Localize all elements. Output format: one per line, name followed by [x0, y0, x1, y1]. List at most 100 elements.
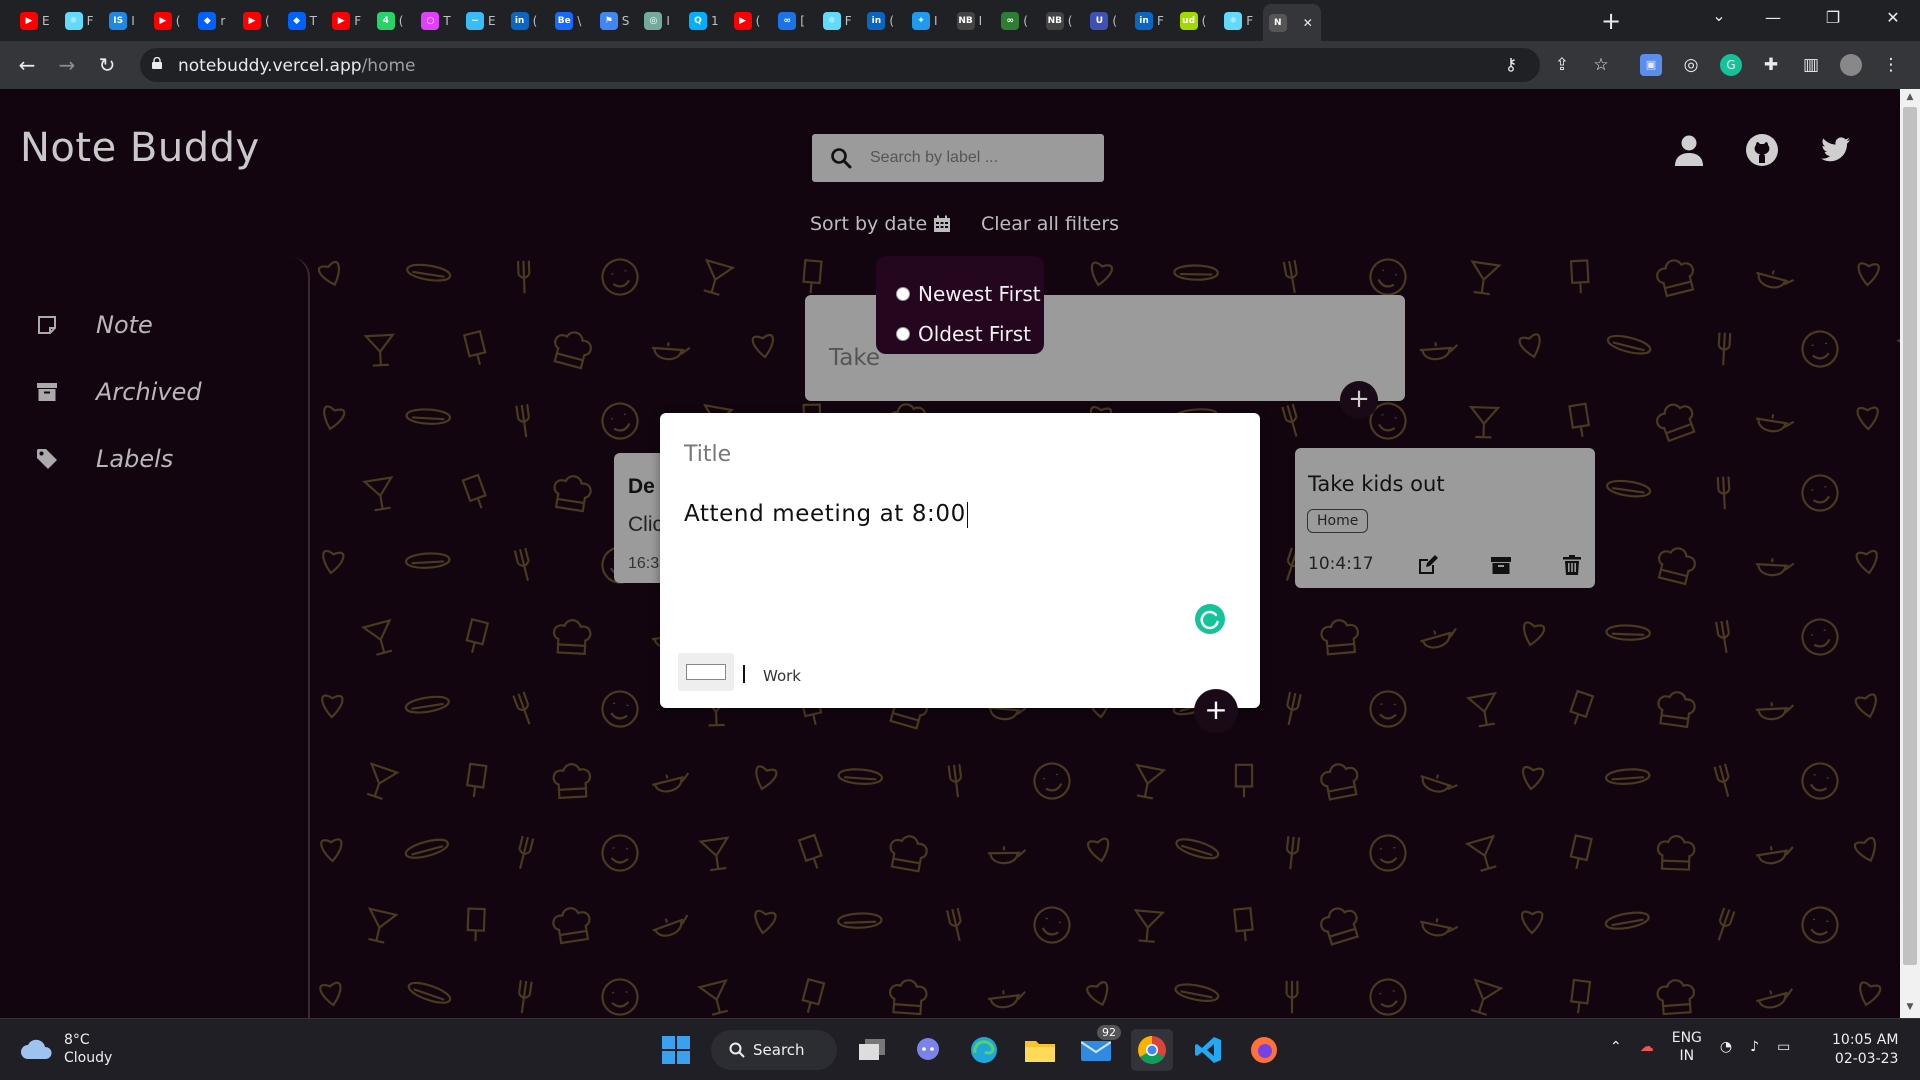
browser-tab[interactable]: ◆ r — [192, 6, 234, 36]
browser-tab[interactable]: in( — [505, 6, 547, 36]
mail-glyph — [1081, 1041, 1111, 1061]
browser-tab[interactable]: U( — [1084, 6, 1126, 36]
browser-tab[interactable]: ▶ F — [326, 6, 368, 36]
show-hidden-icons-chevron-icon[interactable]: ⌃ — [1610, 1038, 1622, 1056]
vscode-icon[interactable] — [1187, 1029, 1229, 1071]
sort-option-oldest[interactable]: Oldest First — [896, 314, 1044, 354]
sidebar-item-archived[interactable]: Archived — [36, 378, 202, 406]
browser-tab[interactable]: NB( — [1040, 6, 1082, 36]
browser-tab[interactable]: ~ E — [460, 6, 502, 36]
mail-icon[interactable]: 92 — [1075, 1025, 1121, 1071]
color-picker[interactable] — [678, 653, 734, 691]
note-title-input[interactable] — [684, 438, 1224, 470]
extension-screen-icon[interactable]: ▣ — [1640, 54, 1662, 76]
scroll-thumb[interactable] — [1903, 107, 1917, 965]
tab-search-chevron-icon[interactable]: ⌄ — [1704, 6, 1734, 25]
bookmark-star-icon[interactable]: ☆ — [1590, 54, 1612, 76]
browser-tab[interactable]: ▶( — [237, 6, 279, 36]
browser-tab[interactable]: ∞[ — [772, 6, 814, 36]
sort-option-newest[interactable]: Newest First — [896, 274, 1044, 314]
forward-arrow-icon[interactable]: → — [53, 51, 81, 79]
browser-tab[interactable]: ◎ I — [638, 6, 680, 36]
extensions-puzzle-icon[interactable]: ✚ — [1760, 54, 1782, 76]
battery-icon[interactable]: ▭ — [1777, 1038, 1790, 1056]
grammarly-icon[interactable] — [1195, 604, 1225, 634]
take-note-add-button[interactable]: + — [1340, 381, 1378, 419]
clear-all-filters-button[interactable]: Clear all filters — [981, 213, 1119, 235]
taskbar-search-button[interactable]: Search — [711, 1030, 837, 1070]
new-tab-button[interactable]: + — [1597, 8, 1625, 36]
share-icon[interactable]: ⇪ — [1551, 54, 1573, 76]
system-clock[interactable]: 10:05 AM 02-03-23 — [1832, 1031, 1898, 1069]
browser-tab[interactable]: ▶( — [148, 6, 190, 36]
task-view-icon[interactable] — [851, 1029, 893, 1071]
browser-tab[interactable]: Q1 — [683, 6, 725, 36]
key-icon[interactable]: ⚷ — [1500, 54, 1522, 76]
browser-tab[interactable]: ▶ E — [14, 6, 56, 36]
minimize-button[interactable]: — — [1758, 8, 1788, 27]
edit-icon[interactable] — [1417, 554, 1439, 576]
twitter-icon[interactable] — [1818, 133, 1852, 167]
firefox-icon[interactable] — [1243, 1029, 1285, 1071]
oldest-radio[interactable] — [896, 327, 910, 341]
side-panel-icon[interactable]: ▥ — [1800, 54, 1822, 76]
browser-tab[interactable]: N ✕ — [1262, 4, 1321, 41]
language-top: ENG — [1671, 1030, 1702, 1046]
note-body-input[interactable]: Attend meeting at 8:00 — [684, 501, 968, 528]
scroll-down-icon[interactable]: ▼ — [1904, 1002, 1916, 1014]
browser-tab[interactable]: in( — [861, 6, 903, 36]
teams-chat-icon[interactable] — [907, 1029, 949, 1071]
github-icon[interactable] — [1745, 133, 1779, 167]
chrome-menu-icon[interactable]: ⋮ — [1880, 54, 1902, 76]
volume-icon[interactable]: ♪ — [1750, 1038, 1759, 1056]
browser-tab[interactable]: ud( — [1174, 6, 1216, 36]
edge-icon[interactable] — [963, 1029, 1005, 1071]
browser-tab[interactable]: ⚛ F — [817, 6, 859, 36]
browser-tab[interactable]: ⚛ F — [59, 6, 101, 36]
search-box[interactable] — [812, 134, 1104, 182]
sort-by-date-button[interactable]: Sort by date — [810, 213, 951, 235]
file-explorer-icon[interactable] — [1019, 1029, 1061, 1071]
address-bar[interactable]: notebuddy.vercel.app/home ⚷ — [140, 48, 1540, 82]
profile-avatar[interactable] — [1840, 54, 1862, 76]
sidebar-item-note[interactable]: Note — [36, 311, 153, 339]
wifi-icon[interactable]: ◔ — [1720, 1038, 1732, 1056]
note-card[interactable]: Take kids out Home 10:4:17 — [1295, 448, 1595, 588]
onedrive-error-icon[interactable]: ☁ — [1640, 1038, 1654, 1056]
page-scrollbar[interactable]: ▲ ▼ — [1900, 89, 1920, 1018]
delete-icon[interactable] — [1561, 554, 1583, 576]
archive-icon[interactable] — [1490, 554, 1512, 576]
browser-tab[interactable]: in F — [1129, 6, 1171, 36]
browser-tab[interactable]: ✦ I — [906, 6, 948, 36]
browser-tab[interactable]: ▶( — [728, 6, 770, 36]
restore-button[interactable]: ❐ — [1818, 8, 1848, 27]
app-title[interactable]: Note Buddy — [20, 125, 260, 171]
sidebar-item-labels[interactable]: Labels — [36, 445, 173, 473]
browser-tab[interactable]: ⚛ F — [1218, 6, 1260, 36]
close-tab-icon[interactable]: ✕ — [1303, 16, 1313, 30]
weather-widget[interactable]: 8°C Cloudy — [20, 1031, 112, 1067]
note-card-label-chip[interactable]: Home — [1307, 509, 1369, 533]
search-input[interactable] — [870, 146, 1090, 170]
add-note-button[interactable]: + — [1194, 689, 1238, 733]
language-indicator[interactable]: ENG IN — [1672, 1029, 1702, 1065]
user-profile-icon[interactable] — [1672, 133, 1706, 167]
browser-tab[interactable]: ⚑ S — [594, 6, 636, 36]
browser-tab[interactable]: NB I — [951, 6, 993, 36]
extension-target-icon[interactable]: ◎ — [1680, 54, 1702, 76]
start-button[interactable] — [655, 1029, 697, 1071]
back-arrow-icon[interactable]: ← — [13, 51, 41, 79]
newest-radio[interactable] — [896, 287, 910, 301]
close-window-button[interactable]: ✕ — [1878, 8, 1908, 27]
note-label-select[interactable]: Work — [763, 667, 801, 685]
browser-tab[interactable]: ∞( — [995, 6, 1037, 36]
reload-icon[interactable]: ↻ — [93, 51, 121, 79]
browser-tab[interactable]: Be \ — [549, 6, 591, 36]
browser-tab[interactable]: 4( — [371, 6, 413, 36]
chrome-taskbar-icon[interactable] — [1131, 1029, 1173, 1071]
browser-tab[interactable]: ◆ T — [282, 6, 324, 36]
grammarly-extension-icon[interactable]: G — [1720, 54, 1742, 76]
scroll-up-icon[interactable]: ▲ — [1904, 92, 1916, 104]
browser-tab[interactable]: ○ T — [415, 6, 457, 36]
browser-tab[interactable]: IS I — [103, 6, 145, 36]
